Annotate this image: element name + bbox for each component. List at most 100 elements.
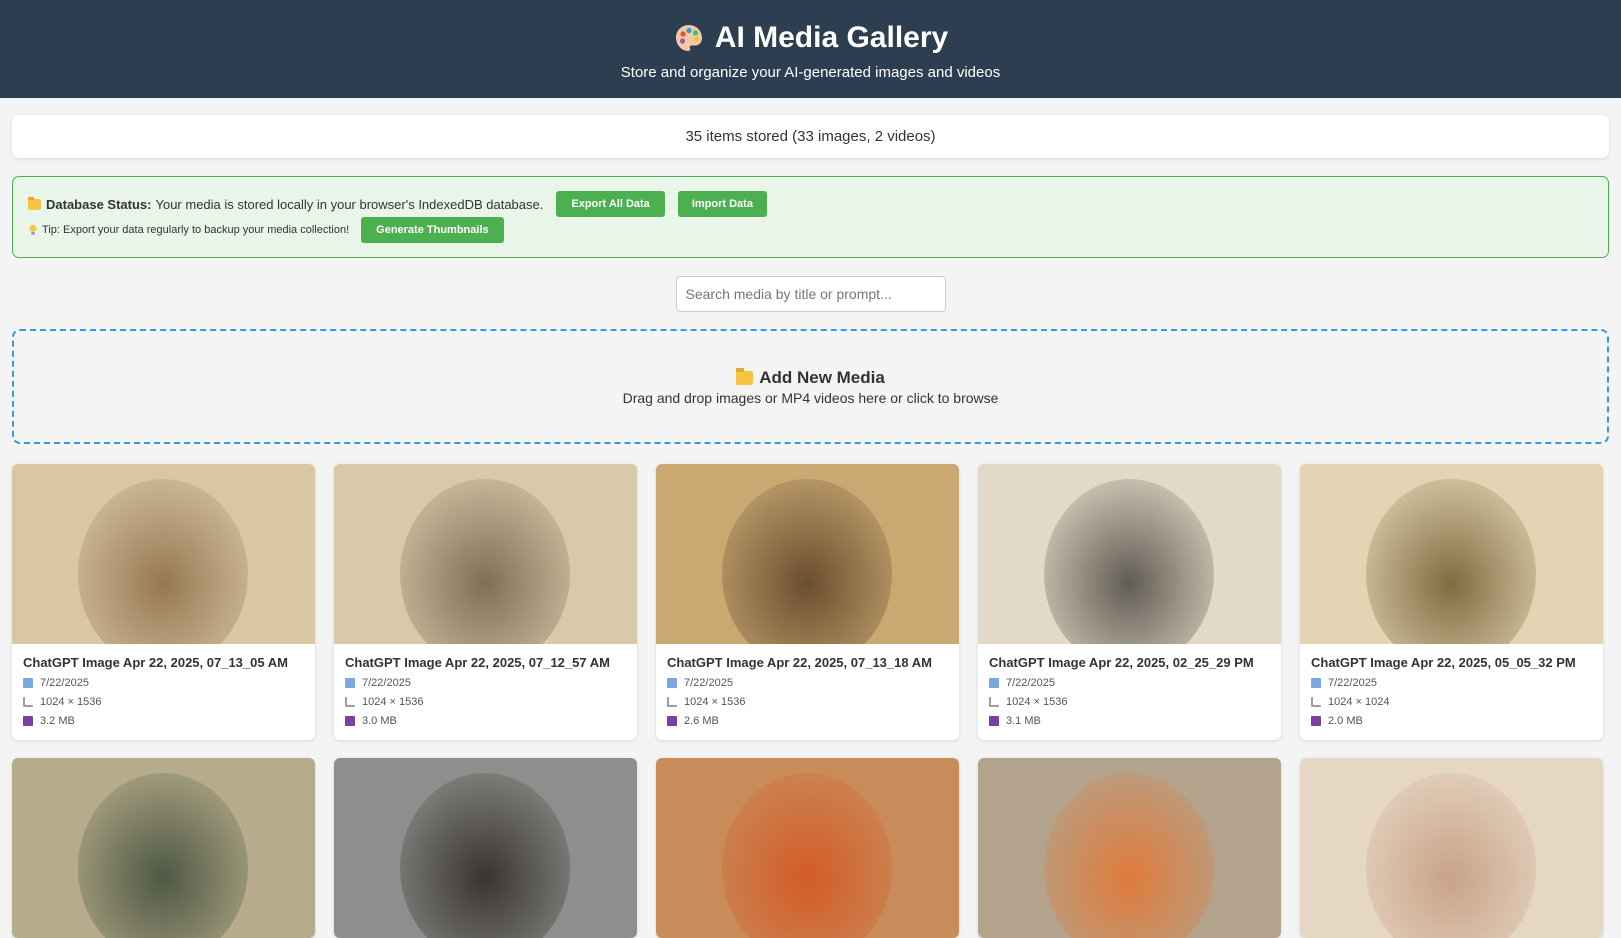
media-card[interactable]: ChatGPT Image Apr 22, 2025, 05_05_32 PM 7… bbox=[1300, 464, 1603, 740]
media-card[interactable]: ChatGPT Image Apr 22, 2025, 07_12_57 AM 7… bbox=[334, 464, 637, 740]
media-title: ChatGPT Image Apr 22, 2025, 07_12_57 AM bbox=[345, 655, 610, 670]
media-dimensions-text: 1024 × 1536 bbox=[1006, 695, 1068, 708]
import-data-button[interactable]: Import Data bbox=[677, 191, 767, 217]
media-size: 2.0 MB bbox=[1311, 714, 1592, 727]
database-status-panel: Database Status: Your media is stored lo… bbox=[12, 176, 1609, 258]
media-card[interactable] bbox=[334, 758, 637, 938]
media-thumbnail[interactable] bbox=[656, 464, 959, 644]
calendar-icon bbox=[667, 677, 677, 688]
media-thumbnail[interactable] bbox=[334, 464, 637, 644]
app-header: AI Media Gallery Store and organize your… bbox=[0, 0, 1621, 98]
stats-bar: 35 items stored (33 images, 2 videos) bbox=[12, 115, 1609, 158]
calendar-icon bbox=[345, 677, 355, 688]
calendar-icon bbox=[989, 677, 999, 688]
palette-icon bbox=[675, 25, 702, 51]
tip-text: Tip: Export your data regularly to backu… bbox=[42, 224, 350, 236]
database-status-message: Your media is stored locally in your bro… bbox=[155, 196, 544, 212]
ruler-icon bbox=[345, 696, 355, 707]
media-date-text: 7/22/2025 bbox=[1328, 676, 1377, 689]
media-date: 7/22/2025 bbox=[345, 676, 626, 689]
media-date: 7/22/2025 bbox=[989, 676, 1270, 689]
media-card[interactable] bbox=[12, 758, 315, 938]
media-date-text: 7/22/2025 bbox=[1006, 676, 1055, 689]
floppy-disk-icon bbox=[989, 715, 999, 726]
media-dimensions-text: 1024 × 1536 bbox=[684, 695, 746, 708]
media-card-body: ChatGPT Image Apr 22, 2025, 07_12_57 AM 7… bbox=[334, 644, 637, 727]
media-size: 3.1 MB bbox=[989, 714, 1270, 727]
upload-dropzone[interactable]: Add New Media Drag and drop images or MP… bbox=[12, 329, 1609, 444]
database-status-label: Database Status: bbox=[46, 196, 152, 212]
media-date-text: 7/22/2025 bbox=[684, 676, 733, 689]
tip-row: Tip: Export your data regularly to backu… bbox=[28, 217, 1593, 243]
media-date: 7/22/2025 bbox=[1311, 676, 1592, 689]
media-dimensions-text: 1024 × 1536 bbox=[40, 695, 102, 708]
database-status-row: Database Status: Your media is stored lo… bbox=[28, 191, 1593, 217]
media-size-text: 3.2 MB bbox=[40, 714, 75, 727]
app-title-row: AI Media Gallery bbox=[0, 20, 1621, 56]
dropzone-title-row: Add New Media bbox=[14, 368, 1607, 388]
media-card[interactable] bbox=[978, 758, 1281, 938]
search-input[interactable] bbox=[675, 276, 946, 312]
media-dimensions: 1024 × 1536 bbox=[667, 695, 948, 708]
floppy-disk-icon bbox=[345, 715, 355, 726]
media-card[interactable]: ChatGPT Image Apr 22, 2025, 02_25_29 PM 7… bbox=[978, 464, 1281, 740]
media-title: ChatGPT Image Apr 22, 2025, 07_13_18 AM bbox=[667, 655, 932, 670]
media-dimensions: 1024 × 1536 bbox=[345, 695, 626, 708]
calendar-icon bbox=[1311, 677, 1321, 688]
media-size: 2.6 MB bbox=[667, 714, 948, 727]
media-dimensions-text: 1024 × 1024 bbox=[1328, 695, 1390, 708]
media-card[interactable]: ChatGPT Image Apr 22, 2025, 07_13_18 AM 7… bbox=[656, 464, 959, 740]
media-dimensions-text: 1024 × 1536 bbox=[362, 695, 424, 708]
media-dimensions: 1024 × 1536 bbox=[23, 695, 304, 708]
media-dimensions: 1024 × 1024 bbox=[1311, 695, 1592, 708]
ruler-icon bbox=[1311, 696, 1321, 707]
floppy-disk-icon bbox=[1311, 715, 1321, 726]
app-title: AI Media Gallery bbox=[714, 21, 949, 54]
media-thumbnail[interactable] bbox=[12, 464, 315, 644]
calendar-icon bbox=[23, 677, 33, 688]
media-thumbnail[interactable] bbox=[12, 758, 315, 938]
media-dimensions: 1024 × 1536 bbox=[989, 695, 1270, 708]
media-size-text: 3.0 MB bbox=[362, 714, 397, 727]
ruler-icon bbox=[667, 696, 677, 707]
media-card-body: ChatGPT Image Apr 22, 2025, 07_13_18 AM 7… bbox=[656, 644, 959, 727]
media-thumbnail[interactable] bbox=[978, 464, 1281, 644]
media-date-text: 7/22/2025 bbox=[40, 676, 89, 689]
folder-icon bbox=[736, 368, 754, 385]
dropzone-title: Add New Media bbox=[759, 368, 885, 387]
ruler-icon bbox=[989, 696, 999, 707]
media-date: 7/22/2025 bbox=[23, 676, 304, 689]
generate-thumbnails-button[interactable]: Generate Thumbnails bbox=[361, 217, 504, 243]
media-date-text: 7/22/2025 bbox=[362, 676, 411, 689]
floppy-disk-icon bbox=[23, 715, 33, 726]
search-container bbox=[0, 276, 1621, 312]
export-all-data-button[interactable]: Export All Data bbox=[556, 191, 665, 217]
lightbulb-icon bbox=[29, 224, 37, 235]
media-size: 3.2 MB bbox=[23, 714, 304, 727]
media-card-body: ChatGPT Image Apr 22, 2025, 02_25_29 PM 7… bbox=[978, 644, 1281, 727]
floppy-disk-icon bbox=[667, 715, 677, 726]
ruler-icon bbox=[23, 696, 33, 707]
media-grid: ChatGPT Image Apr 22, 2025, 07_13_05 AM 7… bbox=[12, 464, 1606, 938]
media-thumbnail[interactable] bbox=[1300, 758, 1603, 938]
media-thumbnail[interactable] bbox=[656, 758, 959, 938]
media-card-body: ChatGPT Image Apr 22, 2025, 07_13_05 AM 7… bbox=[12, 644, 315, 727]
media-card[interactable] bbox=[1300, 758, 1603, 938]
media-thumbnail[interactable] bbox=[1300, 464, 1603, 644]
media-title: ChatGPT Image Apr 22, 2025, 07_13_05 AM bbox=[23, 655, 288, 670]
media-date: 7/22/2025 bbox=[667, 676, 948, 689]
dropzone-hint: Drag and drop images or MP4 videos here … bbox=[622, 390, 999, 406]
app-subtitle: Store and organize your AI-generated ima… bbox=[620, 64, 1001, 81]
media-title: ChatGPT Image Apr 22, 2025, 02_25_29 PM bbox=[989, 655, 1254, 670]
folder-icon bbox=[28, 196, 41, 210]
media-size-text: 3.1 MB bbox=[1006, 714, 1041, 727]
media-size-text: 2.0 MB bbox=[1328, 714, 1363, 727]
media-thumbnail[interactable] bbox=[334, 758, 637, 938]
media-size-text: 2.6 MB bbox=[684, 714, 719, 727]
media-card-body: ChatGPT Image Apr 22, 2025, 05_05_32 PM 7… bbox=[1300, 644, 1603, 727]
media-thumbnail[interactable] bbox=[978, 758, 1281, 938]
media-title: ChatGPT Image Apr 22, 2025, 05_05_32 PM bbox=[1311, 655, 1576, 670]
media-size: 3.0 MB bbox=[345, 714, 626, 727]
media-card[interactable] bbox=[656, 758, 959, 938]
media-card[interactable]: ChatGPT Image Apr 22, 2025, 07_13_05 AM 7… bbox=[12, 464, 315, 740]
